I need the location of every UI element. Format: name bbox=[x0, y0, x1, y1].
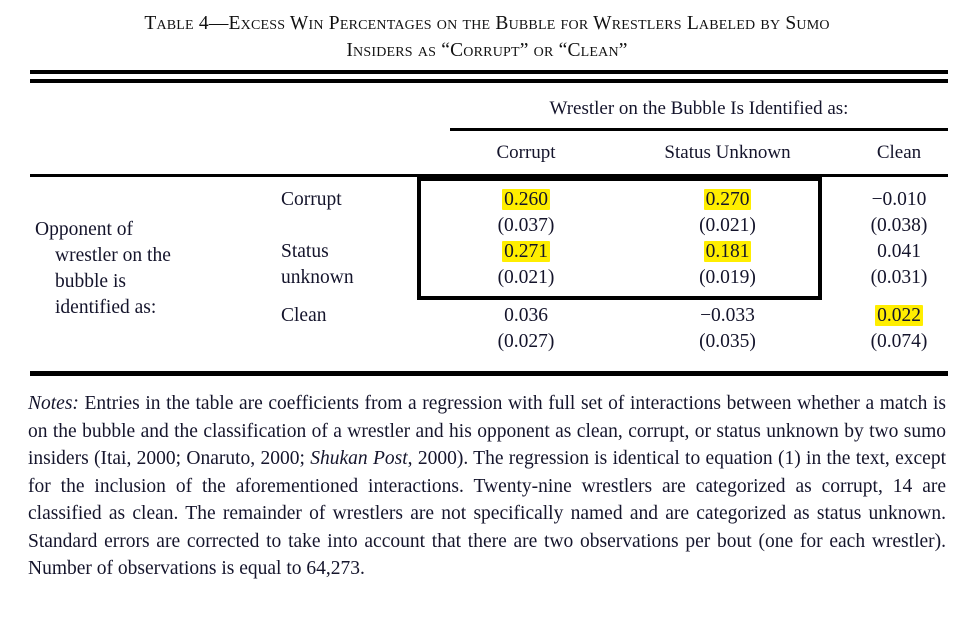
table-4: Wrestler on the Bubble Is Identified as:… bbox=[30, 70, 948, 376]
row-label-corrupt: Corrupt bbox=[281, 189, 342, 210]
cell-corrupt-unknown-coef: 0.270 bbox=[610, 187, 845, 213]
cell-unknown-unknown-coef: 0.181 bbox=[610, 239, 845, 265]
row-spanner-line-3: bubble is bbox=[55, 271, 126, 292]
column-header-corrupt: Corrupt bbox=[496, 142, 556, 163]
table-title-line-1: Table 4—Excess Win Percentages on the Bu… bbox=[144, 13, 830, 34]
row-spanner-caption: Opponent of wrestler on the bubble is id… bbox=[35, 217, 265, 321]
row-label-status-unknown-line-1: Status bbox=[281, 241, 329, 262]
cell-corrupt-corrupt-se: (0.037) bbox=[497, 215, 555, 236]
highlight-corrupt-corrupt: 0.260 bbox=[502, 189, 550, 210]
cell-unknown-clean-se: (0.031) bbox=[870, 267, 928, 288]
column-spanner-rule bbox=[450, 128, 948, 131]
row-label-status-unknown: Status unknown bbox=[281, 239, 431, 291]
table-top-rule-outer bbox=[30, 70, 948, 74]
cell-corrupt-clean-se: (0.038) bbox=[870, 215, 928, 236]
column-header-clean: Clean bbox=[876, 142, 922, 163]
cell-clean-unknown-coef: −0.033 bbox=[700, 305, 755, 326]
table-top-rule-inner bbox=[30, 79, 948, 83]
row-spanner-line-4: identified as: bbox=[55, 297, 157, 318]
cell-unknown-corrupt-coef: 0.271 bbox=[450, 239, 602, 265]
cell-clean-clean-coef: 0.022 bbox=[850, 303, 948, 329]
row-spanner-line-1: Opponent of bbox=[35, 219, 134, 240]
notes-italic-citation: Shukan Post bbox=[310, 448, 408, 469]
highlight-unknown-unknown: 0.181 bbox=[703, 241, 752, 262]
highlight-corrupt-unknown: 0.270 bbox=[703, 189, 752, 210]
cell-clean-clean-se: (0.074) bbox=[870, 331, 928, 352]
row-label-status-unknown-line-2: unknown bbox=[281, 267, 354, 288]
cell-clean-corrupt-se: (0.027) bbox=[497, 331, 555, 352]
cell-clean-corrupt-coef: 0.036 bbox=[504, 305, 548, 326]
column-header-status-unknown: Status Unknown bbox=[664, 142, 791, 163]
highlight-unknown-corrupt: 0.271 bbox=[502, 241, 550, 262]
table-header-rule bbox=[30, 174, 948, 177]
cell-unknown-corrupt-se: (0.021) bbox=[497, 267, 555, 288]
cell-unknown-clean-coef: 0.041 bbox=[877, 241, 921, 262]
row-label-clean: Clean bbox=[281, 305, 327, 326]
column-spanner-label: Wrestler on the Bubble Is Identified as: bbox=[549, 98, 849, 119]
notes-label: Notes: bbox=[28, 393, 79, 414]
cell-corrupt-unknown-se: (0.021) bbox=[699, 215, 756, 236]
cell-unknown-unknown-se: (0.019) bbox=[699, 267, 756, 288]
table-bottom-rule bbox=[30, 371, 948, 376]
cell-corrupt-clean-coef: −0.010 bbox=[871, 189, 927, 210]
highlight-clean-clean: 0.022 bbox=[875, 305, 923, 326]
table-title: Table 4—Excess Win Percentages on the Bu… bbox=[30, 10, 944, 64]
row-spanner-line-2: wrestler on the bbox=[55, 245, 171, 266]
table-notes: Notes: Entries in the table are coeffici… bbox=[28, 390, 946, 583]
cell-clean-unknown-se: (0.035) bbox=[699, 331, 756, 352]
cell-corrupt-corrupt-coef: 0.260 bbox=[450, 187, 602, 213]
table-title-line-2: Insiders as “Corrupt” or “Clean” bbox=[346, 40, 628, 61]
